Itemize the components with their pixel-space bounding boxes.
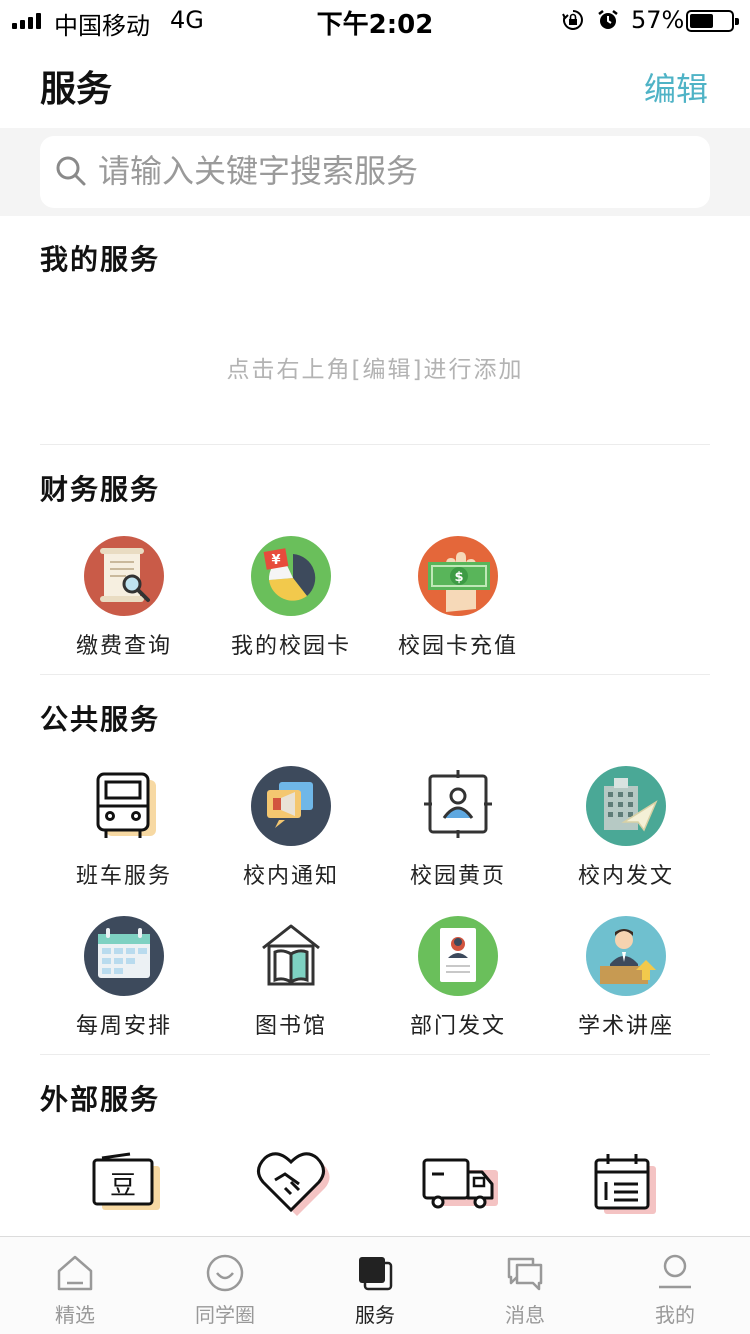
search-input[interactable] [98,146,678,196]
service-label: 我的校园卡 [230,634,351,659]
chat-bubbles-icon [507,1257,543,1291]
divider [40,674,710,675]
tab-label: 我的 [655,1303,695,1327]
service-label: 学术讲座 [577,1014,674,1039]
lecturer-icon [586,916,666,996]
user-icon [659,1254,691,1289]
svg-text:$: $ [454,570,463,585]
search-bar [0,128,750,216]
edit-button[interactable]: 编辑 [644,64,708,110]
service-label: 校园卡充值 [397,634,518,659]
service-label: 校内通知 [242,864,339,889]
service-campus-notice[interactable]: 校内通知 [207,764,375,890]
tab-label: 服务 [355,1303,395,1327]
service-weekly-schedule[interactable]: 每周安排 [40,914,208,1040]
search-box[interactable] [40,136,710,208]
public-services-title: 公共服务 [40,703,161,736]
tab-services[interactable]: 服务 [300,1237,450,1334]
divider [40,444,710,445]
service-shuttle-bus[interactable]: 班车服务 [40,764,208,890]
service-campus-card[interactable]: ¥ 我的校园卡 [207,534,375,660]
tab-classmates[interactable]: 同学圈 [150,1237,300,1334]
service-academic-lectures[interactable]: 学术讲座 [542,914,710,1040]
document-badge-icon [418,916,498,996]
service-squares-icon [359,1257,393,1291]
service-label: 班车服务 [75,864,172,889]
service-label: 图书馆 [254,1014,327,1039]
service-department-documents[interactable]: 部门发文 [374,914,542,1040]
service-label: 缴费查询 [75,634,172,659]
service-label: 校内发文 [577,864,674,889]
douban-glyph: 豆 [110,1171,136,1201]
service-label: 部门发文 [409,1014,506,1039]
hand-money-icon: $ [418,536,498,616]
megaphone-icon [251,766,331,846]
divider [40,1054,710,1055]
alarm-icon [598,10,618,29]
external-services-title: 外部服务 [40,1083,161,1116]
service-fee-query[interactable]: 缴费查询 [40,534,208,660]
status-bar: 中国移动 4G 下午2:02 57% [0,0,750,40]
pie-chart-yuan-icon: ¥ [251,536,331,616]
douban-tv-icon: 豆 [92,1152,160,1210]
bus-icon [96,772,156,838]
home-icon [57,1255,93,1291]
search-icon [56,156,86,186]
tab-mine[interactable]: 我的 [600,1237,750,1334]
receipt-search-icon [84,536,164,616]
finance-services-title: 财务服务 [40,473,161,506]
tab-bar: 精选 同学圈 服务 消息 我的 [0,1236,750,1334]
service-charity[interactable] [207,1144,375,1228]
service-label: 每周安排 [75,1014,172,1039]
service-schedule-note[interactable] [542,1144,710,1228]
contact-card-icon [424,770,492,838]
tab-label: 精选 [55,1303,95,1327]
svg-text:¥: ¥ [271,553,280,568]
library-book-icon [262,924,320,986]
rotation-lock-icon [562,10,583,30]
battery-icon [686,10,739,32]
service-campus-documents[interactable]: 校内发文 [542,764,710,890]
calendar-note-icon [594,1154,656,1214]
tab-label: 消息 [505,1303,545,1327]
delivery-truck-icon [422,1158,498,1209]
tab-featured[interactable]: 精选 [0,1237,150,1334]
battery-percent: 57% [631,6,685,34]
service-label: 校园黄页 [409,864,506,889]
tab-label: 同学圈 [195,1303,255,1327]
service-express-delivery[interactable] [374,1144,542,1228]
smile-circle-icon [206,1254,244,1292]
service-douban[interactable]: 豆 [40,1144,208,1228]
my-services-empty-hint: 点击右上角[编辑]进行添加 [226,357,524,383]
service-library[interactable]: 图书馆 [207,914,375,1040]
calendar-icon [84,916,164,996]
service-yellow-pages[interactable]: 校园黄页 [374,764,542,890]
my-services-title: 我的服务 [40,243,161,276]
tab-messages[interactable]: 消息 [450,1237,600,1334]
heart-handshake-icon [257,1152,330,1216]
page-title: 服务 [40,69,113,110]
service-card-recharge[interactable]: $ 校园卡充值 [374,534,542,660]
building-plane-icon [586,766,666,846]
